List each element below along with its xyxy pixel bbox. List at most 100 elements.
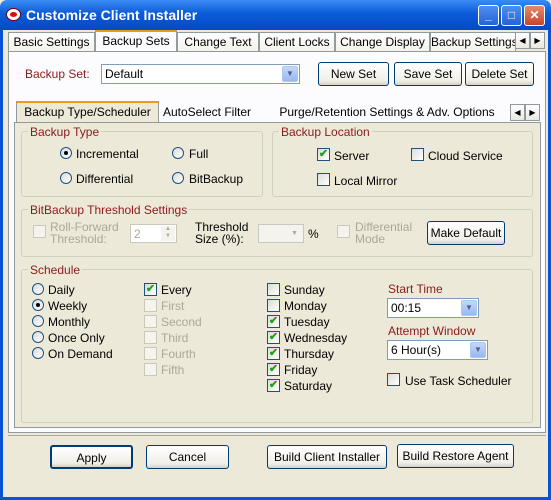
- sunday-label: Sunday: [284, 283, 325, 297]
- footer-divider: [8, 435, 546, 436]
- backup-location-group: [272, 131, 533, 197]
- backup-type-scheduler-panel: Backup Type Incremental Full Differentia…: [14, 122, 541, 428]
- new-set-button[interactable]: New Set: [318, 62, 389, 86]
- chevron-down-icon[interactable]: ▼: [282, 66, 298, 82]
- tab-change-display[interactable]: Change Display: [335, 32, 430, 52]
- once-only-radio[interactable]: [32, 331, 44, 343]
- save-set-button[interactable]: Save Set: [394, 62, 462, 86]
- bitbackup-label: BitBackup: [189, 172, 244, 186]
- incremental-label: Incremental: [76, 147, 139, 161]
- friday-label: Friday: [284, 363, 318, 377]
- fourth-label: Fourth: [161, 347, 196, 361]
- cloud-service-checkbox[interactable]: [411, 148, 424, 161]
- start-time-value: 00:15: [391, 301, 422, 315]
- app-icon: [6, 8, 21, 21]
- sunday-checkbox[interactable]: [267, 283, 280, 296]
- differential-mode-checkbox[interactable]: [337, 225, 350, 238]
- tab-backup-sets[interactable]: Backup Sets: [95, 30, 177, 52]
- full-radio[interactable]: [172, 147, 184, 159]
- start-time-label: Start Time: [388, 282, 443, 296]
- monthly-label: Monthly: [48, 315, 91, 329]
- backup-set-value: Default: [105, 67, 144, 81]
- monthly-radio[interactable]: [32, 315, 44, 327]
- tuesday-label: Tuesday: [284, 315, 330, 329]
- threshold-label-2: Size (%):: [195, 232, 244, 246]
- first-label: First: [161, 299, 185, 313]
- backup-set-label: Backup Set:: [25, 67, 90, 81]
- tab-autoselect-filter[interactable]: AutoSelect Filter: [159, 103, 255, 123]
- fifth-label: Fifth: [161, 363, 185, 377]
- start-time-dropdown[interactable]: 00:15 ▼: [387, 298, 479, 318]
- differential-radio[interactable]: [60, 172, 72, 184]
- stepper-arrows-icon[interactable]: ▲ ▼: [161, 226, 175, 241]
- fifth-checkbox[interactable]: [144, 363, 157, 376]
- second-checkbox[interactable]: [144, 315, 157, 328]
- tab-change-text[interactable]: Change Text: [177, 32, 259, 52]
- cloud-service-label: Cloud Service: [428, 149, 503, 163]
- build-client-installer-button[interactable]: Build Client Installer: [267, 445, 387, 469]
- delete-set-button[interactable]: Delete Set: [465, 62, 534, 86]
- saturday-checkbox[interactable]: ✔: [267, 379, 280, 392]
- threshold-size-dropdown[interactable]: ▼: [258, 224, 304, 243]
- weekly-label: Weekly: [48, 299, 88, 313]
- friday-checkbox[interactable]: ✔: [267, 363, 280, 376]
- wednesday-checkbox[interactable]: ✔: [267, 331, 280, 344]
- incremental-radio[interactable]: [60, 147, 72, 159]
- chevron-down-icon[interactable]: ▼: [461, 300, 477, 316]
- roll-forward-stepper[interactable]: 2 ▲ ▼: [130, 224, 177, 243]
- tab-backup-type-scheduler[interactable]: Backup Type/Scheduler: [16, 101, 159, 123]
- backup-set-dropdown[interactable]: Default ▼: [101, 64, 300, 84]
- tab-client-locks[interactable]: Client Locks: [259, 32, 335, 52]
- every-label: Every: [161, 283, 192, 297]
- roll-forward-checkbox[interactable]: [33, 225, 46, 238]
- tab-backup-settings[interactable]: Backup Settings: [430, 32, 516, 52]
- close-button[interactable]: ✕: [524, 5, 545, 26]
- local-mirror-checkbox[interactable]: [317, 173, 330, 186]
- thursday-checkbox[interactable]: ✔: [267, 347, 280, 360]
- attempt-window-value: 6 Hour(s): [391, 343, 442, 357]
- daily-radio[interactable]: [32, 283, 44, 295]
- tuesday-checkbox[interactable]: ✔: [267, 315, 280, 328]
- maximize-button[interactable]: □: [501, 5, 522, 26]
- server-checkbox[interactable]: ✔: [317, 148, 330, 161]
- percent-label: %: [308, 227, 319, 241]
- backup-type-title: Backup Type: [28, 125, 102, 139]
- second-label: Second: [161, 315, 202, 329]
- use-task-scheduler-checkbox[interactable]: [387, 373, 400, 386]
- bitbackup-radio[interactable]: [172, 172, 184, 184]
- tab-basic-settings[interactable]: Basic Settings: [8, 32, 95, 52]
- roll-forward-label-2: Threshold:: [50, 232, 107, 246]
- weekly-radio[interactable]: [32, 299, 44, 311]
- subtab-scroll-left-icon[interactable]: ◀: [510, 104, 525, 121]
- window-title: Customize Client Installer: [26, 7, 198, 23]
- chevron-down-icon[interactable]: ▼: [287, 226, 302, 241]
- apply-button[interactable]: Apply: [50, 445, 133, 469]
- make-default-button[interactable]: Make Default: [427, 221, 505, 245]
- subtab-scroll-right-icon[interactable]: ▶: [525, 104, 540, 121]
- third-checkbox[interactable]: [144, 331, 157, 344]
- saturday-label: Saturday: [284, 379, 333, 393]
- tab-scroll-right-icon[interactable]: ▶: [530, 32, 545, 49]
- chevron-down-icon[interactable]: ▼: [470, 342, 486, 358]
- attempt-window-dropdown[interactable]: 6 Hour(s) ▼: [387, 340, 488, 360]
- minimize-button[interactable]: _: [478, 5, 499, 26]
- differential-label: Differential: [76, 172, 134, 186]
- differential-mode-label-2: Mode: [355, 232, 386, 246]
- backup-type-group: [21, 131, 263, 197]
- on-demand-radio[interactable]: [32, 347, 44, 359]
- tab-purge-retention[interactable]: Purge/Retention Settings & Adv. Options: [271, 103, 503, 123]
- first-checkbox[interactable]: [144, 299, 157, 312]
- bitbackup-threshold-title: BitBackup Threshold Settings: [28, 203, 190, 217]
- fourth-checkbox[interactable]: [144, 347, 157, 360]
- attempt-window-label: Attempt Window: [388, 324, 476, 338]
- every-checkbox[interactable]: ✔: [144, 283, 157, 296]
- build-restore-agent-button[interactable]: Build Restore Agent: [397, 444, 514, 468]
- full-label: Full: [189, 147, 209, 161]
- cancel-button[interactable]: Cancel: [146, 445, 229, 469]
- tab-scroll-left-icon[interactable]: ◀: [515, 32, 530, 49]
- third-label: Third: [161, 331, 189, 345]
- backup-sets-panel: Backup Set: Default ▼ New Set Save Set D…: [8, 51, 546, 433]
- monday-checkbox[interactable]: [267, 299, 280, 312]
- daily-label: Daily: [48, 283, 75, 297]
- on-demand-label: On Demand: [48, 347, 113, 361]
